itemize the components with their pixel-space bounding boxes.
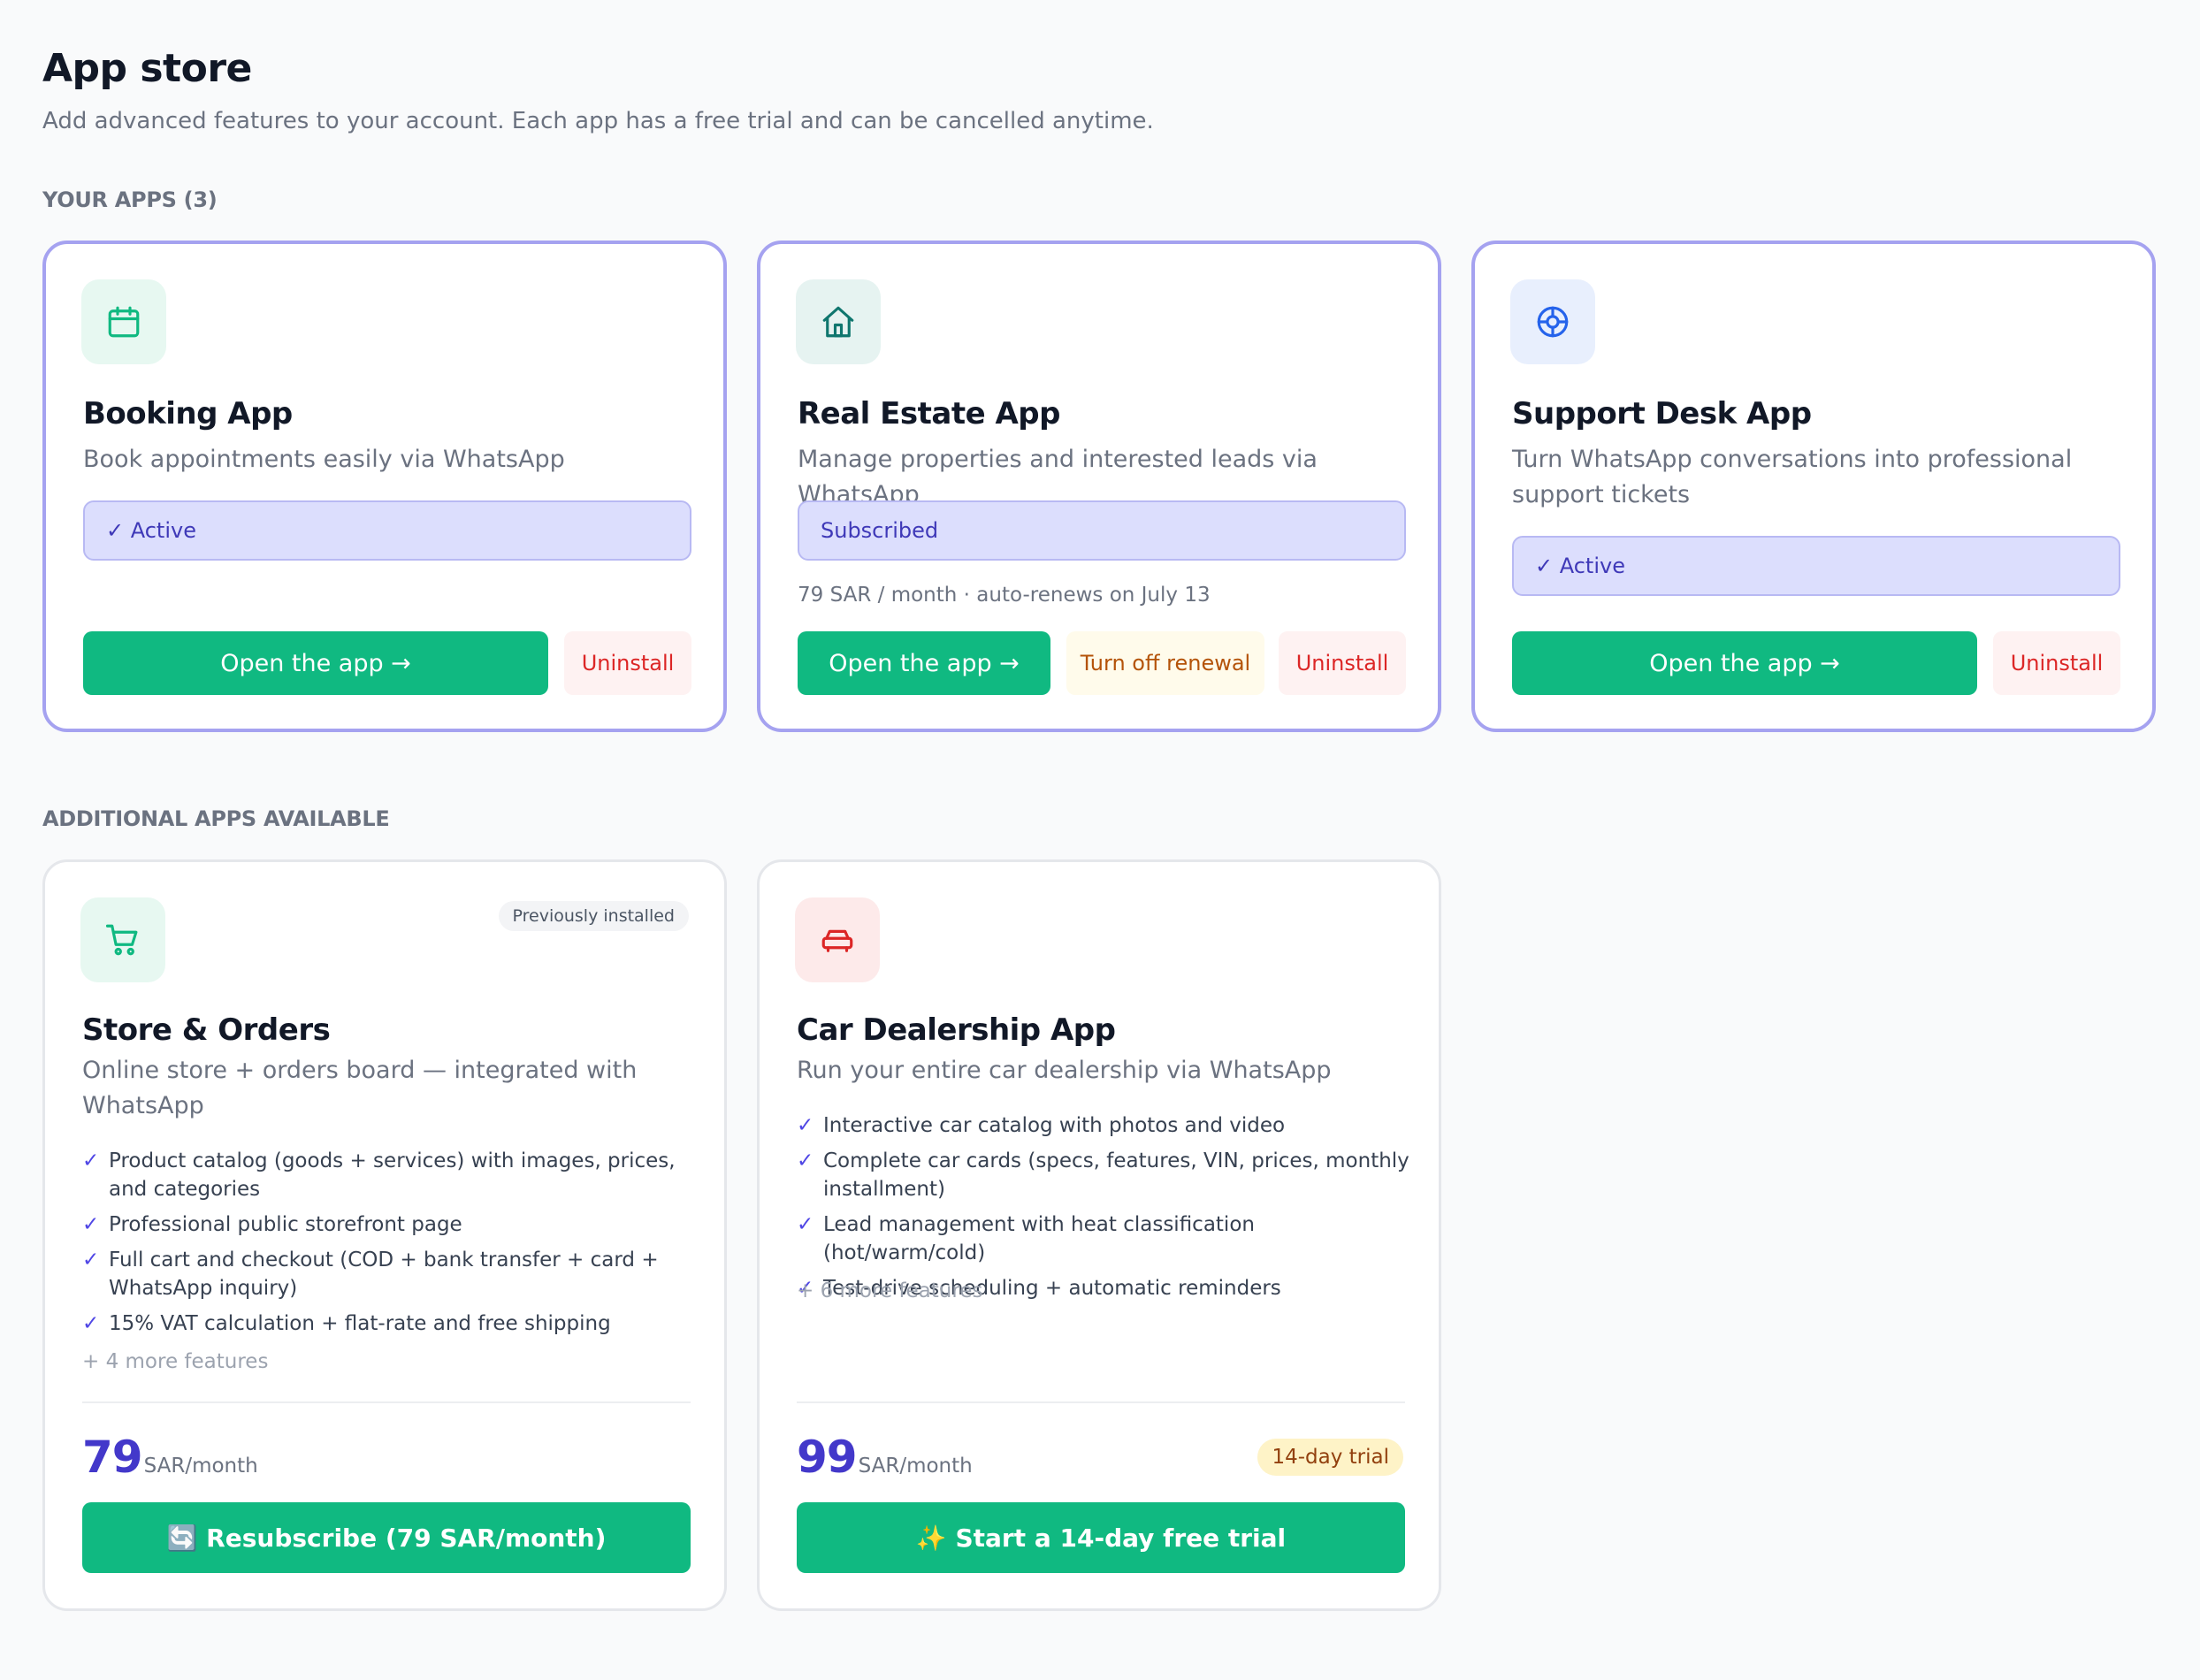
price-amount: 99 <box>797 1432 858 1483</box>
check-icon: ✓ <box>797 1149 814 1172</box>
divider <box>797 1401 1405 1403</box>
status-badge: Subscribed <box>798 500 1406 561</box>
home-icon <box>796 279 881 364</box>
trial-badge: 14-day trial <box>1257 1439 1403 1476</box>
app-desc: Turn WhatsApp conversations into profess… <box>1512 446 2073 508</box>
open-app-button[interactable]: Open the app → <box>83 631 548 695</box>
status-badge: ✓ Active <box>83 500 691 561</box>
turn-off-renewal-button[interactable]: Turn off renewal <box>1066 631 1264 695</box>
open-app-button[interactable]: Open the app → <box>798 631 1050 695</box>
app-card-support-desk: Support Desk App Turn WhatsApp conversat… <box>1471 241 2156 732</box>
price: 99 SAR/month <box>797 1432 973 1483</box>
car-icon <box>795 897 880 982</box>
section-your-apps: YOUR APPS (3) <box>42 187 218 212</box>
feature-item: ✓ 15% VAT calculation + flat-rate and fre… <box>82 1310 701 1338</box>
feature-item: ✓ Interactive car catalog with photos and… <box>797 1111 1416 1140</box>
app-card-booking: Booking App Book appointments easily via… <box>42 241 727 732</box>
feature-item: ✓ Professional public storefront page <box>82 1210 701 1239</box>
lifebuoy-icon <box>1510 279 1595 364</box>
previously-installed-badge: Previously installed <box>498 901 689 931</box>
uninstall-button[interactable]: Uninstall <box>1993 631 2120 695</box>
app-card-car-dealership: Car Dealership App Run your entire car d… <box>757 859 1441 1611</box>
section-available-apps: ADDITIONAL APPS AVAILABLE <box>42 806 390 831</box>
renewal-note: 79 SAR / month · auto-renews on July 13 <box>798 584 1211 607</box>
app-title: Car Dealership App <box>797 1012 1116 1048</box>
check-icon: ✓ <box>797 1213 814 1236</box>
uninstall-button[interactable]: Uninstall <box>564 631 691 695</box>
uninstall-button[interactable]: Uninstall <box>1279 631 1406 695</box>
divider <box>82 1401 691 1403</box>
page-title: App store <box>42 46 252 91</box>
start-trial-button[interactable]: ✨ Start a 14-day free trial <box>797 1502 1405 1573</box>
app-card-real-estate: Real Estate App Manage properties and in… <box>757 241 1441 732</box>
app-desc: Book appointments easily via WhatsApp <box>83 446 565 473</box>
open-app-button[interactable]: Open the app → <box>1512 631 1977 695</box>
resubscribe-button[interactable]: 🔄 Resubscribe (79 SAR/month) <box>82 1502 691 1573</box>
feature-item: ✓ Complete car cards (specs, features, VI… <box>797 1147 1416 1203</box>
app-title: Support Desk App <box>1512 396 1812 431</box>
app-title: Store & Orders <box>82 1012 331 1048</box>
app-card-store-orders: Previously installed Store & Orders Onli… <box>42 859 727 1611</box>
check-icon: ✓ <box>82 1249 100 1271</box>
page-subtitle: Add advanced features to your account. E… <box>42 108 1154 134</box>
calendar-icon <box>81 279 166 364</box>
feature-list: ✓ Product catalog (goods + services) with… <box>82 1147 701 1345</box>
check-icon: ✓ <box>797 1114 814 1137</box>
price: 79 SAR/month <box>82 1432 258 1483</box>
feature-item: ✓ Full cart and checkout (COD + bank tran… <box>82 1246 701 1302</box>
check-icon: ✓ <box>82 1213 100 1236</box>
app-desc: Run your entire car dealership via Whats… <box>797 1057 1332 1084</box>
cart-icon <box>80 897 165 982</box>
feature-item: ✓ Product catalog (goods + services) with… <box>82 1147 701 1203</box>
app-title: Real Estate App <box>798 396 1060 431</box>
more-features-link[interactable]: + 4 more features <box>82 1350 268 1373</box>
app-title: Booking App <box>83 396 293 431</box>
price-unit: SAR/month <box>858 1455 973 1478</box>
check-icon: ✓ <box>82 1149 100 1172</box>
check-icon: ✓ <box>82 1312 100 1335</box>
more-features-link[interactable]: + 6 more features <box>797 1279 982 1302</box>
app-desc: Online store + orders board — integrated… <box>82 1057 638 1119</box>
status-badge: ✓ Active <box>1512 536 2120 596</box>
feature-item: ✓ Lead management with heat classificatio… <box>797 1210 1416 1267</box>
price-unit: SAR/month <box>143 1455 258 1478</box>
price-amount: 79 <box>82 1432 143 1483</box>
